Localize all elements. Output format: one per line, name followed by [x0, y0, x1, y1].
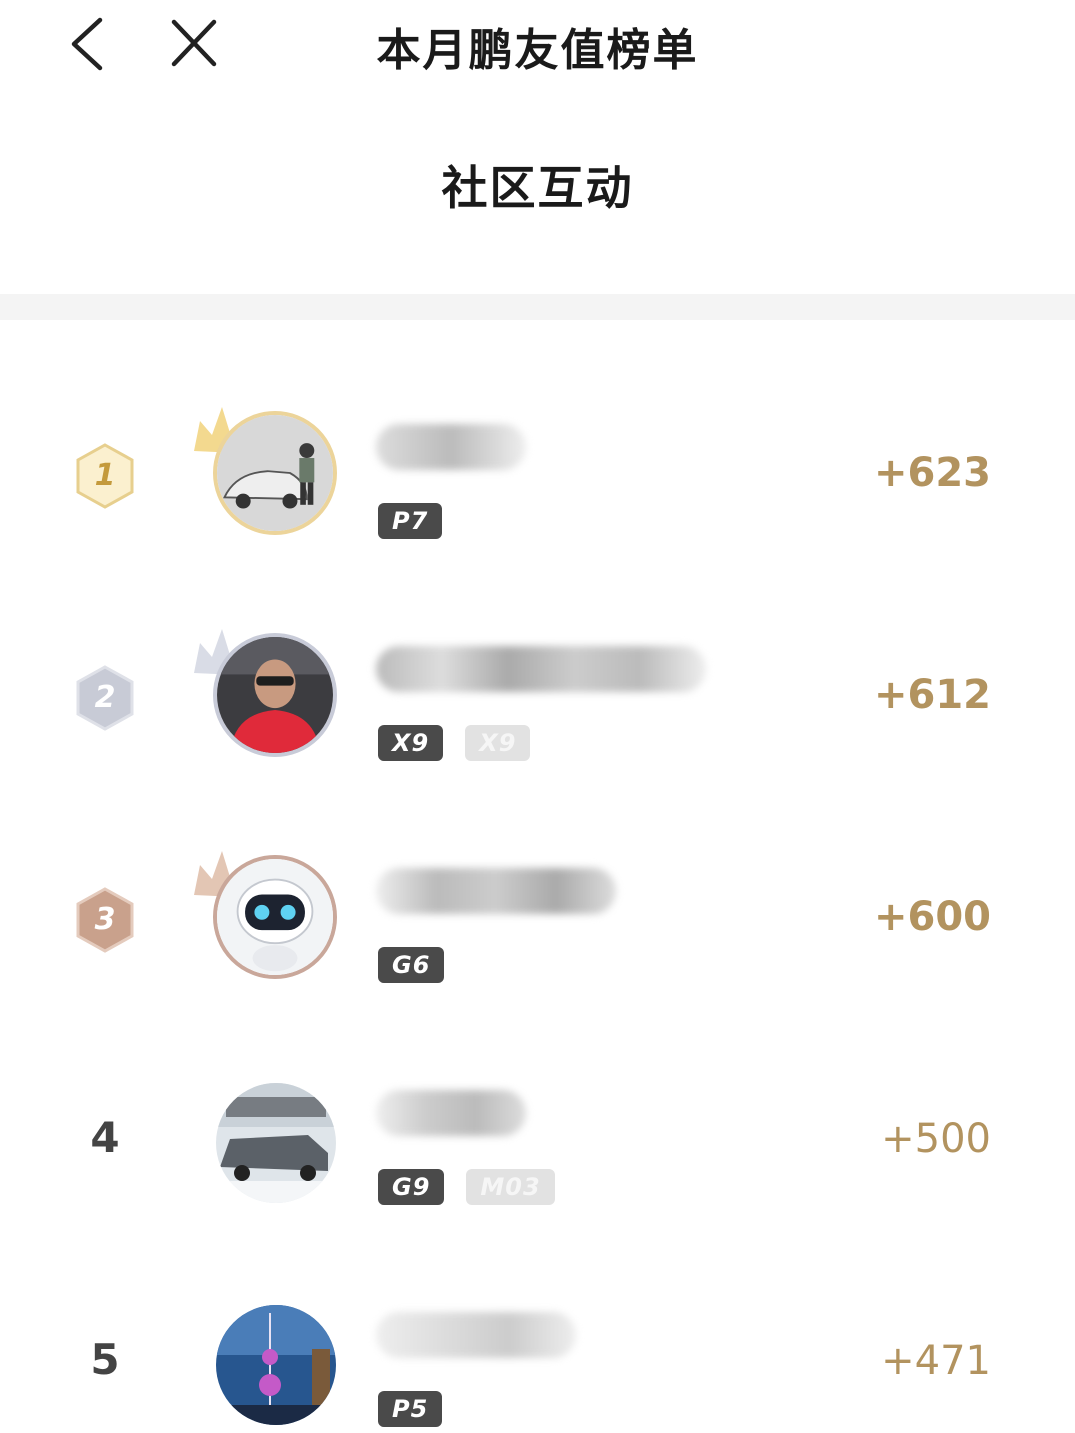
top-nav-bar: 本月鹏友值榜单	[0, 0, 1075, 90]
user-name	[376, 861, 616, 917]
leaderboard-row[interactable]: 4 G9 M03 +500	[0, 1031, 1075, 1253]
score-value: +600	[873, 894, 991, 940]
vehicle-tags: P5	[378, 1391, 443, 1427]
user-avatar[interactable]	[188, 625, 338, 761]
avatar-image-car-cartoon	[213, 411, 337, 535]
vehicle-tag: P5	[378, 1391, 443, 1427]
score-value: +612	[873, 672, 991, 718]
user-avatar[interactable]	[188, 1069, 338, 1205]
vehicle-tag: G9	[378, 1169, 445, 1205]
vehicle-tags: P7	[378, 503, 443, 539]
blurred-name-mask	[376, 1090, 526, 1136]
vehicle-tags: G6	[378, 947, 445, 983]
rank-number: 4	[90, 1113, 120, 1162]
blurred-name-mask	[376, 868, 616, 914]
blurred-name-mask	[376, 424, 526, 470]
leaderboard-row[interactable]: 5 P5 +471	[0, 1253, 1075, 1433]
vehicle-tag: G6	[378, 947, 445, 983]
blurred-name-mask	[376, 1312, 576, 1358]
vehicle-tag: X9	[465, 725, 531, 761]
bronze-medal-icon: 3	[75, 887, 135, 953]
leaderboard-row[interactable]: 1 P7 +623	[0, 365, 1075, 587]
user-name	[376, 1083, 526, 1139]
leaderboard-list: 1 P7 +623 2 X9 X9 +612 3 G6 +600 4 G9 M0…	[0, 365, 1075, 1433]
avatar-image-robot	[213, 855, 337, 979]
score-value: +471	[881, 1338, 991, 1384]
vehicle-tag: P7	[378, 503, 443, 539]
blurred-name-mask	[376, 646, 706, 692]
silver-medal-icon: 2	[75, 665, 135, 731]
vehicle-tags: X9 X9	[378, 725, 531, 761]
avatar-image-car-photo	[216, 1083, 336, 1203]
section-divider	[0, 294, 1075, 320]
vehicle-tag: X9	[378, 725, 444, 761]
gold-medal-icon: 1	[75, 443, 135, 509]
rank-number: 5	[90, 1335, 120, 1384]
user-name	[376, 417, 526, 473]
leaderboard-row[interactable]: 3 G6 +600	[0, 809, 1075, 1031]
user-name	[376, 639, 706, 695]
score-value: +500	[881, 1116, 991, 1162]
section-title: 社区互动	[441, 161, 634, 215]
vehicle-tags: G9 M03	[378, 1169, 555, 1205]
user-avatar[interactable]	[188, 403, 338, 539]
page-title: 本月鹏友值榜单	[376, 25, 699, 76]
avatar-image-city-tower	[216, 1305, 336, 1425]
leaderboard-row[interactable]: 2 X9 X9 +612	[0, 587, 1075, 809]
user-avatar[interactable]	[188, 847, 338, 983]
avatar-image-person-photo	[213, 633, 337, 757]
user-name	[376, 1305, 576, 1361]
score-value: +623	[873, 450, 991, 496]
user-avatar[interactable]	[188, 1291, 338, 1427]
vehicle-tag: M03	[466, 1169, 555, 1205]
